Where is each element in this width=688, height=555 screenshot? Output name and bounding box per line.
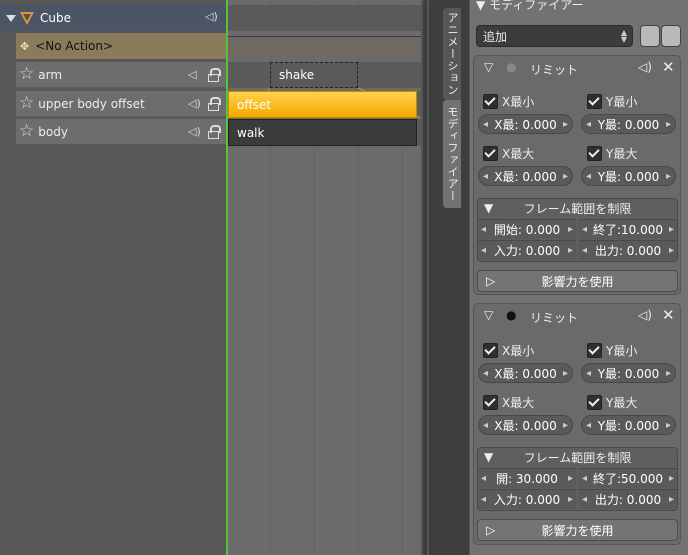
frame-range-panel: ▼ フレーム範囲を制限 開始: 0.000 終了:10.000 入力: 0.00…	[477, 198, 678, 262]
channel-object-cube[interactable]: Cube ◁)	[0, 5, 226, 31]
current-frame-indicator[interactable]	[226, 0, 228, 555]
limit-modifier-2: ▽ ● リミット ◁) ✕ X最小 Y最小 X最: 0.000 Y最: 0.00…	[473, 303, 681, 545]
frame-start-field[interactable]: 開: 30.000	[478, 468, 576, 488]
object-name: Cube	[40, 11, 71, 25]
frame-range-header[interactable]: ▼ フレーム範囲を制限	[478, 199, 677, 217]
collapse-arrow-icon[interactable]: ▼	[484, 450, 493, 464]
modifier-header[interactable]: ▽ ● リミット ◁) ✕	[474, 304, 680, 328]
collapse-arrow-icon[interactable]: ▽	[484, 308, 493, 322]
lock-icon[interactable]	[208, 68, 222, 82]
expand-arrow-icon: ▷	[486, 274, 496, 288]
panel-title: モディファイアー	[489, 0, 584, 12]
y-max-field[interactable]: Y最: 0.000	[581, 415, 676, 435]
track-upper-body-offset[interactable]: ☆ upper body offset ◁)	[16, 91, 226, 117]
limit-modifier-1: ▽ ● リミット ◁) ✕ X最小 Y最小 X最: 0.000 Y最: 0.00…	[473, 55, 681, 295]
star-icon[interactable]: ☆	[19, 95, 34, 112]
frame-range-panel: ▼ フレーム範囲を制限 開: 30.000 終了:50.000 入力: 0.00…	[477, 447, 678, 511]
track-body[interactable]: ☆ body ◁)	[16, 119, 226, 145]
paste-modifiers-button[interactable]	[661, 25, 681, 47]
strip-label: offset	[237, 97, 271, 112]
blend-in-field[interactable]: 入力: 0.000	[478, 240, 576, 260]
cone-icon	[20, 11, 34, 25]
collapse-arrow-icon[interactable]: ▼	[484, 201, 493, 215]
collapse-arrow-icon[interactable]: ▽	[484, 60, 493, 74]
add-modifier-dropdown[interactable]: 追加 ▲ ▼	[476, 25, 633, 47]
x-max-checkbox[interactable]: X最大	[483, 394, 534, 411]
blend-out-field[interactable]: 出力: 0.000	[579, 489, 677, 509]
frame-end-field[interactable]: 終了:50.000	[579, 468, 677, 488]
y-max-field[interactable]: Y最: 0.000	[581, 166, 676, 186]
modifier-name: リミット	[530, 311, 579, 325]
modifier-name: リミット	[530, 63, 579, 77]
lock-icon[interactable]	[208, 125, 222, 139]
speaker-icon[interactable]: ◁)	[188, 125, 201, 138]
sidebar-tabs: アニメーション モディファイアー	[429, 0, 469, 555]
x-max-field[interactable]: X最: 0.000	[478, 415, 573, 435]
tab-animation[interactable]: アニメーション	[443, 8, 461, 100]
modifier-header[interactable]: ▽ ● リミット ◁) ✕	[474, 56, 680, 80]
no-action-label: <No Action>	[35, 39, 114, 53]
radio-icon[interactable]: ●	[506, 60, 516, 74]
y-min-checkbox[interactable]: Y最小	[587, 93, 637, 110]
y-min-field[interactable]: Y最: 0.000	[581, 363, 676, 383]
star-icon[interactable]: ☆	[19, 123, 34, 140]
blend-out-field[interactable]: 出力: 0.000	[579, 240, 677, 260]
use-influence-toggle[interactable]: ▷ 影響力を使用	[477, 519, 678, 541]
frame-range-header[interactable]: ▼ フレーム範囲を制限	[478, 448, 677, 466]
blend-in-field[interactable]: 入力: 0.000	[478, 489, 576, 509]
expand-arrow-icon[interactable]	[6, 14, 16, 22]
frame-end-field[interactable]: 終了:10.000	[579, 219, 677, 239]
speaker-icon[interactable]: ◁	[188, 68, 196, 81]
panel-header[interactable]: ▼ モディファイアー	[476, 0, 584, 13]
modifiers-panel: ▼ モディファイアー 追加 ▲▼ ▽ ● リミット ◁) ✕ X最小 Y最小 X…	[469, 0, 688, 555]
speaker-icon[interactable]: ◁)	[638, 308, 652, 322]
updown-arrows-icon: ▲ ▼	[620, 28, 627, 44]
close-icon[interactable]: ✕	[662, 58, 675, 76]
lock-icon[interactable]	[208, 97, 222, 111]
y-min-checkbox[interactable]: Y最小	[587, 342, 637, 359]
speaker-icon[interactable]: ◁)	[638, 60, 652, 74]
x-min-checkbox[interactable]: X最小	[483, 93, 534, 110]
y-max-checkbox[interactable]: Y最大	[587, 394, 637, 411]
star-icon[interactable]: ☆	[19, 66, 34, 83]
nla-editor[interactable]: shake offset walk	[226, 0, 421, 555]
radio-icon[interactable]: ●	[506, 308, 516, 322]
use-influence-toggle[interactable]: ▷ 影響力を使用	[477, 270, 678, 292]
collapse-arrow-icon[interactable]: ▼	[476, 0, 485, 12]
track-label: body	[38, 124, 68, 139]
x-min-field[interactable]: X最: 0.000	[478, 114, 573, 134]
y-min-field[interactable]: Y最: 0.000	[581, 114, 676, 134]
track-arm[interactable]: ☆ arm ◁	[16, 62, 226, 88]
track-label: upper body offset	[38, 96, 145, 111]
x-min-checkbox[interactable]: X最小	[483, 342, 534, 359]
strip-offset[interactable]: offset	[228, 91, 417, 118]
copy-modifiers-button[interactable]	[640, 25, 660, 47]
track-label: arm	[38, 67, 63, 82]
frame-start-field[interactable]: 開始: 0.000	[478, 219, 576, 239]
y-max-checkbox[interactable]: Y最大	[587, 145, 637, 162]
region-divider[interactable]	[421, 0, 429, 555]
action-icon: ✥	[20, 39, 30, 53]
tab-modifiers[interactable]: モディファイアー	[443, 100, 461, 208]
expand-arrow-icon: ▷	[486, 523, 496, 537]
x-max-checkbox[interactable]: X最大	[483, 145, 534, 162]
strip-walk[interactable]: walk	[228, 119, 417, 146]
strip-label: walk	[237, 125, 265, 140]
speaker-icon[interactable]: ◁)	[188, 97, 201, 110]
x-min-field[interactable]: X最: 0.000	[478, 363, 573, 383]
close-icon[interactable]: ✕	[662, 306, 675, 324]
x-max-field[interactable]: X最: 0.000	[478, 166, 573, 186]
channel-no-action[interactable]: ✥ <No Action>	[16, 33, 226, 59]
nla-channel-list: Cube ◁) ✥ <No Action> ☆ arm ◁ ☆ upper bo…	[0, 0, 226, 555]
speaker-icon[interactable]: ◁)	[205, 10, 218, 23]
